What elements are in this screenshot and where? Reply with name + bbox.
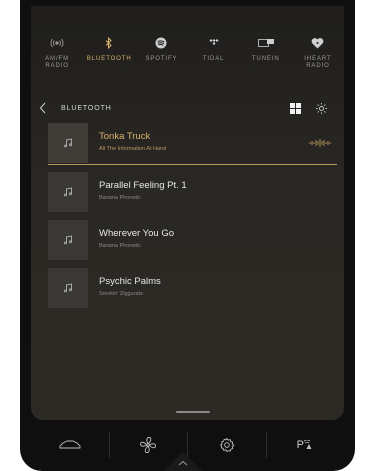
section-header: BLUETOOTH	[31, 98, 344, 120]
track-item[interactable]: Psychic Palms Smokin' Ziggurats	[48, 268, 337, 309]
source-tidal[interactable]: TIDAL	[188, 36, 240, 86]
now-playing-waveform-icon	[309, 139, 331, 147]
grid-view-icon[interactable]	[290, 103, 301, 114]
track-item[interactable]: Parallel Feeling Pt. 1 Banana Phonetic	[48, 172, 337, 213]
chevron-up-icon[interactable]	[176, 458, 190, 468]
track-artist: Smokin' Ziggurats	[99, 291, 143, 297]
source-amfm-radio[interactable]: AM/FM RADIO	[31, 36, 83, 86]
source-tunein[interactable]: TUNEIN	[240, 36, 292, 86]
source-label: TUNEIN	[251, 56, 280, 62]
gear-icon	[219, 437, 235, 453]
source-bluetooth[interactable]: BLUETOOTH	[83, 36, 135, 86]
track-title: Wherever You Go	[99, 228, 174, 239]
source-label: TIDAL	[202, 56, 225, 62]
album-art-placeholder	[48, 268, 88, 308]
device-frame: AM/FM RADIO BLUETOOTH SPOTIFY TIDAL TUNE…	[20, 0, 355, 471]
source-label: AM/FM RADIO	[45, 56, 69, 69]
music-note-icon	[64, 187, 72, 197]
music-note-icon	[64, 283, 72, 293]
source-iheart-radio[interactable]: IHEART RADIO	[292, 36, 344, 86]
track-title: Parallel Feeling Pt. 1	[99, 180, 187, 191]
album-art-placeholder	[48, 123, 88, 163]
parking-label: P	[296, 439, 304, 451]
back-chevron-icon[interactable]	[39, 102, 53, 116]
fan-icon	[140, 437, 157, 453]
source-label: IHEART RADIO	[304, 56, 332, 69]
source-label: BLUETOOTH	[86, 56, 132, 62]
radio-waves-icon	[50, 36, 64, 50]
tunein-icon	[257, 36, 274, 50]
track-artist: All The Information At Hand	[99, 146, 167, 152]
source-bar: AM/FM RADIO BLUETOOTH SPOTIFY TIDAL TUNE…	[31, 36, 344, 86]
tidal-icon	[208, 36, 220, 50]
car-button[interactable]	[31, 425, 109, 465]
track-artist: Banana Phonetic	[99, 243, 141, 249]
page-title: BLUETOOTH	[61, 105, 112, 112]
music-note-icon	[64, 235, 72, 245]
iheart-icon	[311, 36, 324, 50]
spotify-icon	[155, 36, 167, 50]
album-art-placeholder	[48, 172, 88, 212]
track-artist: Banana Phonetic	[99, 195, 141, 201]
parking-button[interactable]: P	[267, 425, 345, 465]
track-title: Psychic Palms	[99, 276, 161, 287]
source-spotify[interactable]: SPOTIFY	[135, 36, 187, 86]
car-icon	[59, 440, 81, 449]
album-art-placeholder	[48, 220, 88, 260]
music-note-icon	[64, 138, 72, 148]
bluetooth-icon	[105, 36, 113, 50]
source-label: SPOTIFY	[145, 56, 178, 62]
infotainment-screen: AM/FM RADIO BLUETOOTH SPOTIFY TIDAL TUNE…	[31, 6, 344, 420]
parking-sensor-icon	[303, 440, 312, 449]
track-title: Tonka Truck	[99, 131, 151, 142]
settings-button[interactable]	[188, 425, 266, 465]
home-indicator[interactable]	[176, 411, 210, 413]
audio-settings-icon[interactable]	[315, 102, 328, 115]
track-item[interactable]: Wherever You Go Banana Phonetic	[48, 220, 337, 261]
track-item[interactable]: Tonka Truck All The Information At Hand	[48, 123, 337, 165]
